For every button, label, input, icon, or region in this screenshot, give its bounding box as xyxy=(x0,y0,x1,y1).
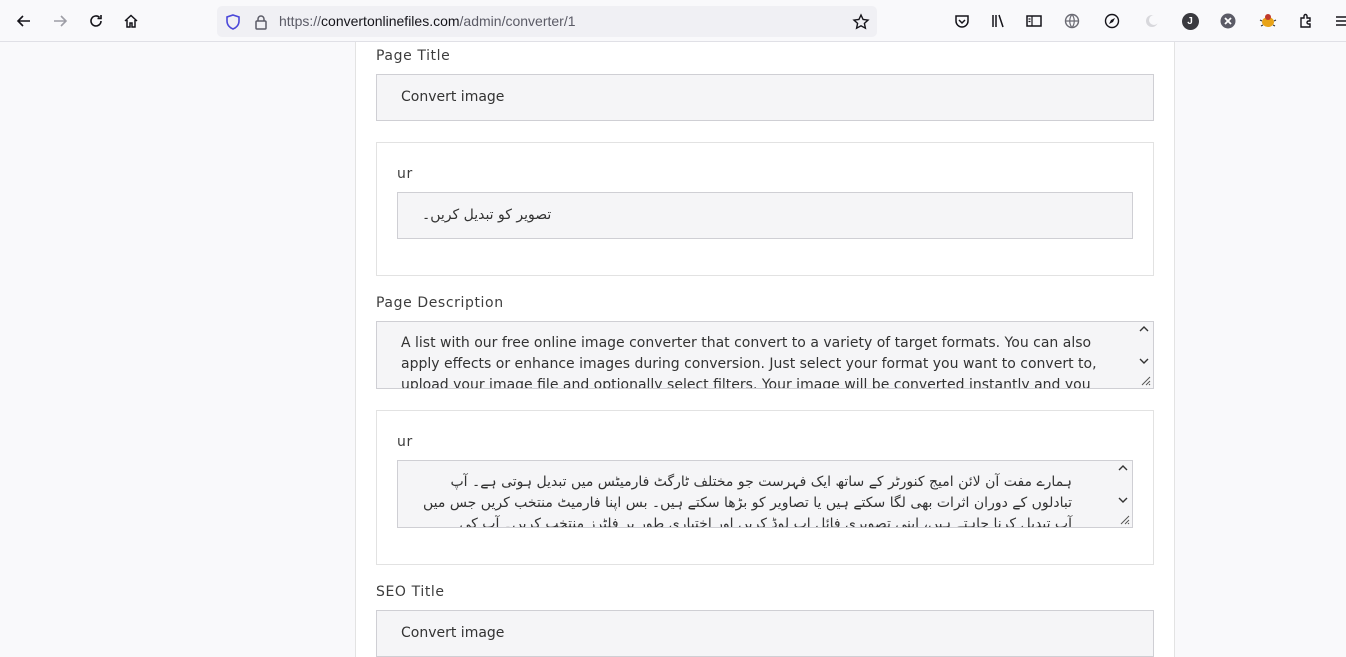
back-icon[interactable] xyxy=(12,9,36,33)
page-description-ur-label: ur xyxy=(397,434,413,450)
admin-form: Page Title Convert image ur تصویر کو تبد… xyxy=(355,42,1175,657)
close-circle-extension-icon[interactable] xyxy=(1216,9,1240,33)
page-description-text: A list with our free online image conver… xyxy=(401,335,1097,389)
profile-initial: J xyxy=(1181,12,1199,30)
seo-title-label: SEO Title xyxy=(376,584,445,600)
url-host: convertonlinefiles.com xyxy=(321,13,460,29)
seo-title-input[interactable]: Convert image xyxy=(376,610,1154,657)
url-prefix: https:// xyxy=(279,13,322,29)
browser-toolbar: https://convertonlinefiles.com/admin/con… xyxy=(0,0,1346,42)
resize-grip-icon[interactable] xyxy=(1139,374,1151,386)
url-text[interactable]: https://convertonlinefiles.com/admin/con… xyxy=(279,13,576,29)
page-description-ur-textarea[interactable]: ہمارے مفت آن لائن امیج کنورٹر کے ساتھ ای… xyxy=(397,460,1133,528)
compass-extension-icon[interactable] xyxy=(1100,9,1124,33)
page-viewport: Page Title Convert image ur تصویر کو تبد… xyxy=(0,42,1346,657)
bookmark-star-icon[interactable] xyxy=(849,10,873,34)
scroll-up-arrow-icon[interactable] xyxy=(1139,324,1149,334)
reload-icon[interactable] xyxy=(84,9,108,33)
page-title-ur-value: تصویر کو تبدیل کریں۔ xyxy=(422,207,552,223)
extensions-puzzle-icon[interactable] xyxy=(1294,9,1318,33)
page-description-ur-card: ur ہمارے مفت آن لائن امیج کنورٹر کے ساتھ… xyxy=(376,410,1154,565)
library-icon[interactable] xyxy=(986,9,1010,33)
globe-extension-icon[interactable] xyxy=(1060,9,1084,33)
page-description-label: Page Description xyxy=(376,295,504,311)
pocket-icon[interactable] xyxy=(950,9,974,33)
lock-icon[interactable] xyxy=(249,10,273,34)
page-title-label: Page Title xyxy=(376,48,451,64)
profile-avatar[interactable]: J xyxy=(1178,9,1202,33)
scroll-up-arrow-icon[interactable] xyxy=(1118,463,1128,473)
page-title-ur-input[interactable]: تصویر کو تبدیل کریں۔ xyxy=(397,192,1133,239)
bug-extension-icon[interactable] xyxy=(1256,9,1280,33)
page-title-ur-card: ur تصویر کو تبدیل کریں۔ xyxy=(376,142,1154,276)
url-path: /admin/converter/1 xyxy=(459,13,576,29)
sidebar-icon[interactable] xyxy=(1022,9,1046,33)
page-description-ur-text: ہمارے مفت آن لائن امیج کنورٹر کے ساتھ ای… xyxy=(423,474,1072,528)
address-bar[interactable]: https://convertonlinefiles.com/admin/con… xyxy=(217,6,877,37)
page-description-textarea[interactable]: A list with our free online image conver… xyxy=(376,321,1154,389)
scroll-down-arrow-icon[interactable] xyxy=(1139,356,1149,366)
resize-grip-icon[interactable] xyxy=(1118,513,1130,525)
home-icon[interactable] xyxy=(119,9,143,33)
tracking-shield-icon[interactable] xyxy=(221,10,245,34)
scroll-down-arrow-icon[interactable] xyxy=(1118,495,1128,505)
menu-hamburger-icon[interactable] xyxy=(1330,9,1346,33)
page-title-ur-label: ur xyxy=(397,166,413,182)
page-title-input[interactable]: Convert image xyxy=(376,74,1154,121)
moon-extension-icon[interactable] xyxy=(1140,9,1164,33)
forward-icon[interactable] xyxy=(48,9,72,33)
